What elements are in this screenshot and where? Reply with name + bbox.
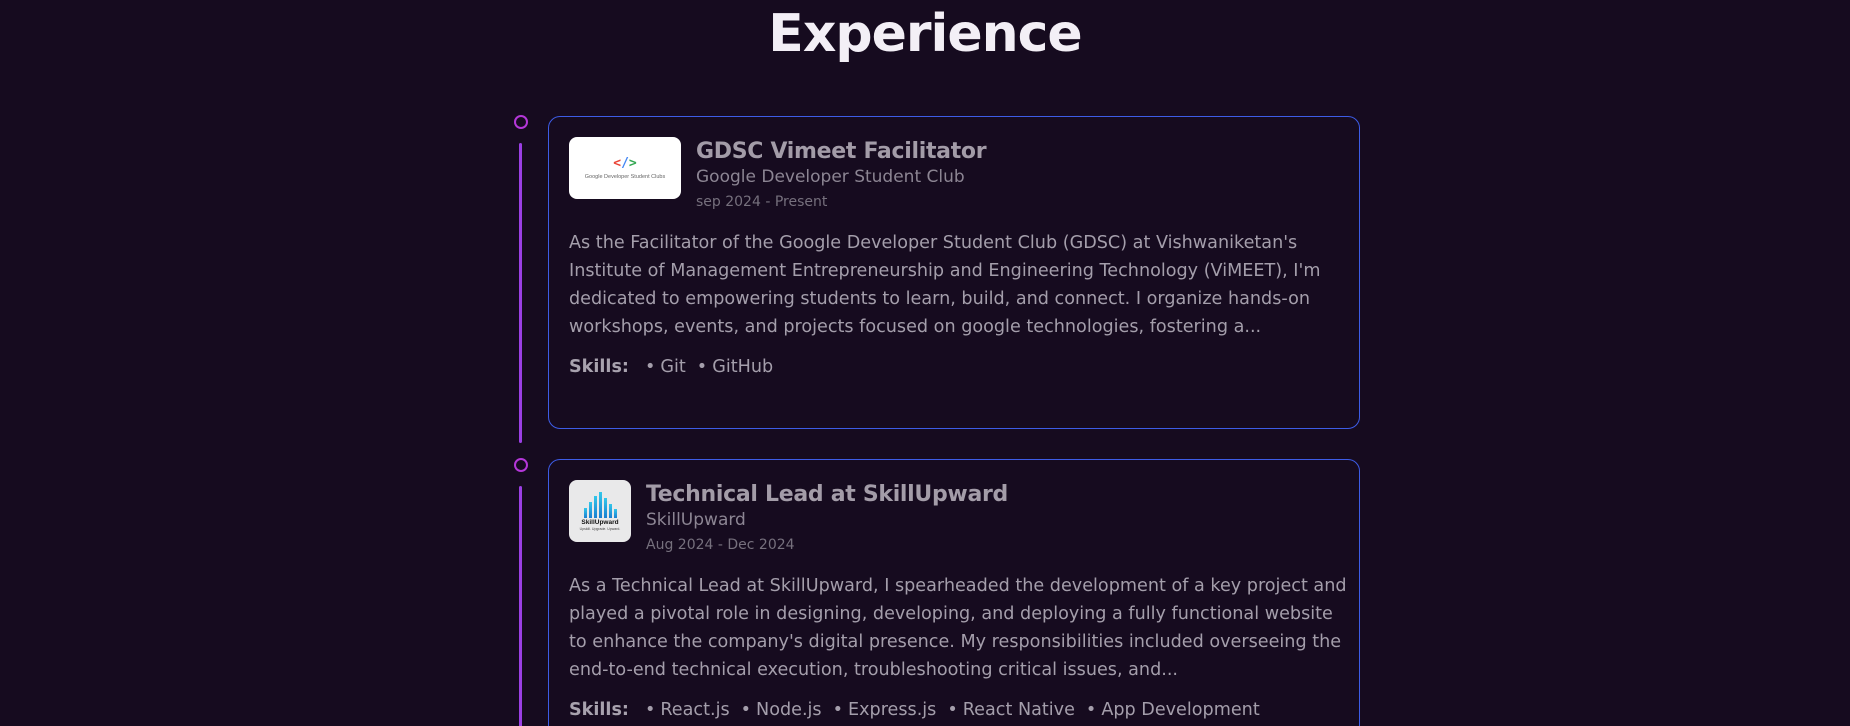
timeline-line [519,486,522,726]
job-description: As a Technical Lead at SkillUpward, I sp… [569,576,1347,680]
header-text: Technical Lead at SkillUpward SkillUpwar… [646,480,1008,555]
skill-item: React Native [947,700,1075,720]
skill-item: Git [645,357,685,377]
skill-item: React.js [645,700,729,720]
skills-list: Skills: Git GitHub [569,357,784,377]
header-text: GDSC Vimeet Facilitator Google Developer… [696,137,987,212]
timeline-dot-icon [514,115,528,129]
experience-card[interactable]: </> Google Developer Student Clubs GDSC … [548,116,1360,429]
job-title: Technical Lead at SkillUpward [646,482,1008,507]
job-description: As the Facilitator of the Google Develop… [569,233,1321,337]
gdsc-logo: </> Google Developer Student Clubs [569,137,681,199]
skill-item: App Development [1086,700,1259,720]
logo-tagline: Upskill. Upgrade. Upward. [579,526,621,531]
logo-text: SkillUpward [581,518,619,526]
card-header: </> Google Developer Student Clubs GDSC … [569,137,987,212]
skill-item: Express.js [833,700,936,720]
code-brackets-icon: </> [613,155,637,171]
skillupward-logo: SkillUpward Upskill. Upgrade. Upward. [569,480,631,542]
timeline-line [519,143,522,443]
experience-card[interactable]: SkillUpward Upskill. Upgrade. Upward. Te… [548,459,1360,726]
section-title: Experience [768,4,1082,64]
timeline-dot-icon [514,458,528,472]
date-range: sep 2024 - Present [696,194,828,210]
company-name: SkillUpward [646,510,746,530]
company-name: Google Developer Student Club [696,167,965,187]
skills-label: Skills: [569,700,629,720]
skills-label: Skills: [569,357,629,377]
experience-page: Experience </> Google Developer Student … [0,0,1850,726]
logo-text: Google Developer Student Clubs [584,173,666,180]
skill-item: GitHub [697,357,773,377]
skills-list: Skills: React.js Node.js Express.js Reac… [569,700,1271,720]
card-header: SkillUpward Upskill. Upgrade. Upward. Te… [569,480,1008,555]
job-title: GDSC Vimeet Facilitator [696,139,987,164]
building-bars-icon [583,491,617,518]
skill-item: Node.js [741,700,822,720]
date-range: Aug 2024 - Dec 2024 [646,537,795,553]
